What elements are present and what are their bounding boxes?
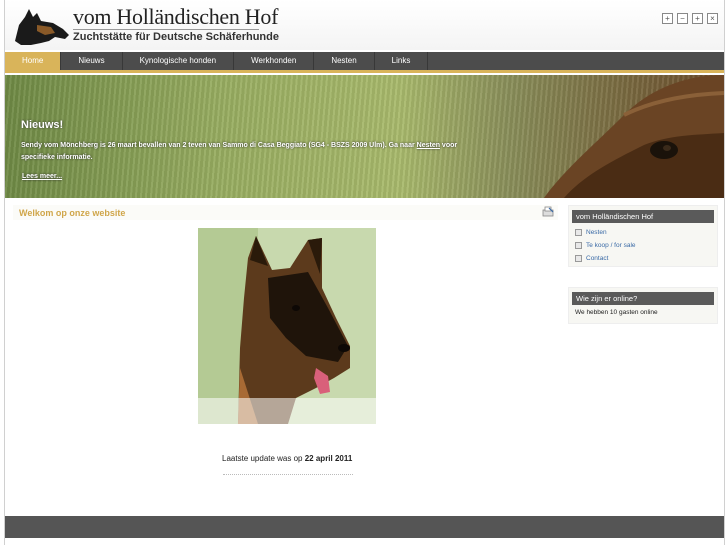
- nav-nieuws[interactable]: Nieuws: [61, 52, 123, 70]
- nav-nesten[interactable]: Nesten: [314, 52, 375, 70]
- title-divider: [73, 29, 259, 30]
- sidebar-menu-title: vom Holländischen Hof: [572, 210, 714, 223]
- sidebar-online-module: Wie zijn er online? We hebben 10 gasten …: [568, 287, 718, 324]
- read-more-link[interactable]: Lees meer...: [22, 173, 62, 180]
- content-header: Welkom op onze website: [13, 205, 558, 220]
- online-text: We hebben 10 gasten online: [575, 309, 658, 316]
- update-prefix: Laatste update was op: [222, 454, 305, 463]
- font-tools: + − + ×: [662, 13, 718, 24]
- sidebar-item-nesten[interactable]: Nesten: [575, 227, 717, 238]
- dotted-divider: [223, 474, 353, 475]
- site-subtitle: Zuchtstätte für Deutsche Schäferhunde: [73, 31, 279, 43]
- sidebar-menu-module: vom Holländischen Hof Nesten Te koop / f…: [568, 205, 718, 267]
- page-title: Welkom op onze website: [19, 208, 126, 218]
- zoom-in-icon[interactable]: +: [662, 13, 673, 24]
- sidebar-item-te-koop[interactable]: Te koop / for sale: [575, 240, 717, 251]
- font-larger-icon[interactable]: +: [692, 13, 703, 24]
- sidebar-item-label: Nesten: [586, 229, 607, 236]
- bullet-icon: [575, 229, 582, 236]
- site-header: vom Holländischen Hof Zuchtstätte für De…: [5, 0, 724, 50]
- shepherd-logo-icon[interactable]: [11, 5, 73, 47]
- page-frame: vom Holländischen Hof Zuchtstätte für De…: [4, 0, 725, 545]
- dog-face-banner-image: [544, 75, 724, 198]
- bullet-icon: [575, 242, 582, 249]
- site-title[interactable]: vom Holländischen Hof: [73, 4, 278, 30]
- last-update-text: Laatste update was op 22 april 2011: [222, 454, 352, 463]
- banner-heading: Nieuws!: [21, 119, 64, 131]
- sidebar-item-contact[interactable]: Contact: [575, 253, 717, 264]
- bullet-icon: [575, 255, 582, 262]
- zoom-out-icon[interactable]: −: [677, 13, 688, 24]
- nav-kynologische-honden[interactable]: Kynologische honden: [123, 52, 235, 70]
- online-title: Wie zijn er online?: [572, 292, 714, 305]
- banner-text-before: Sendy vom Mönchberg is 26 maart bevallen…: [21, 142, 417, 149]
- nav-home[interactable]: Home: [5, 52, 62, 70]
- close-icon[interactable]: ×: [707, 13, 718, 24]
- main-nav: Home Nieuws Kynologische honden Werkhond…: [5, 52, 724, 73]
- print-icon[interactable]: [541, 206, 555, 219]
- nav-links[interactable]: Links: [375, 52, 429, 70]
- sidebar-item-label: Te koop / for sale: [586, 242, 636, 249]
- shepherd-dog-photo: [198, 228, 376, 424]
- update-date: 22 april 2011: [304, 454, 353, 463]
- news-banner: Nieuws! Sendy vom Mönchberg is 26 maart …: [5, 75, 724, 198]
- page-footer: [5, 516, 724, 538]
- nesten-link[interactable]: Nesten: [417, 142, 440, 149]
- sidebar-item-label: Contact: [586, 255, 609, 262]
- banner-text: Sendy vom Mönchberg is 26 maart bevallen…: [21, 140, 491, 164]
- nav-werkhonden[interactable]: Werkhonden: [234, 52, 315, 70]
